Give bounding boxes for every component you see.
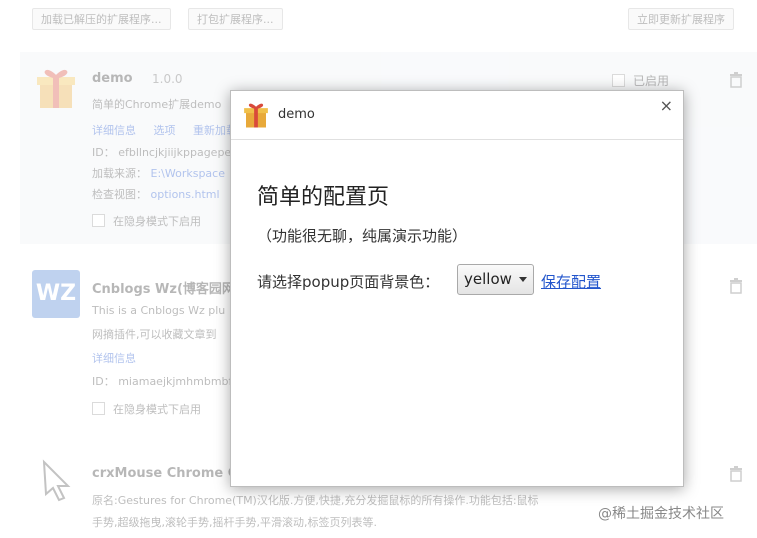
chevron-down-icon	[519, 277, 527, 282]
trash-icon[interactable]	[729, 466, 743, 482]
incognito-checkbox[interactable]	[92, 214, 105, 227]
extension-version: 1.0.0	[152, 72, 183, 86]
page-title: 简单的配置页	[257, 185, 390, 210]
close-icon[interactable]: ×	[660, 96, 673, 115]
load-source-path[interactable]: E:\Workspace	[151, 167, 226, 180]
details-link[interactable]: 详细信息	[92, 350, 136, 366]
extension-description: 简单的Chrome扩展demo	[92, 98, 222, 111]
extension-description-2: 手势,超级拖曳,滚轮手势,摇杆手势,平滑滚动,标签页列表等.	[92, 516, 377, 529]
mouse-cursor-icon	[42, 459, 71, 502]
bg-color-select-value: yellow	[464, 270, 512, 288]
load-unpacked-button[interactable]: 加载已解压的扩展程序...	[32, 8, 171, 30]
inspect-label: 检查视图：	[92, 188, 147, 201]
options-dialog: demo × 简单的配置页 （功能很无聊，纯属演示功能） 请选择popup页面背…	[230, 90, 684, 487]
incognito-toggle[interactable]: 在隐身模式下启用	[92, 401, 201, 417]
dialog-title: demo	[278, 107, 315, 122]
incognito-toggle[interactable]: 在隐身模式下启用	[92, 213, 201, 229]
extension-links: 详细信息 选项 重新加载	[92, 122, 237, 138]
extension-id: ID： efbllncjkjiijkppagepel	[92, 146, 235, 159]
watermark: @稀土掘金技术社区	[598, 506, 724, 522]
wz-logo-icon: WZ	[32, 270, 80, 318]
inspect-views: 检查视图： options.html	[92, 186, 220, 202]
extension-description: This is a Cnblogs Wz plu	[92, 304, 226, 317]
trash-icon[interactable]	[729, 72, 743, 88]
page-subtitle: （功能很无聊，纯属演示功能）	[257, 227, 468, 245]
update-now-button[interactable]: 立即更新扩展程序	[628, 8, 734, 30]
bg-color-select[interactable]: yellow	[457, 264, 534, 295]
incognito-label: 在隐身模式下启用	[113, 403, 201, 416]
bg-color-label: 请选择popup页面背景色：	[257, 273, 440, 291]
extension-name: crxMouse Chrome Ge	[92, 466, 248, 481]
enabled-checkbox[interactable]: 已启用	[612, 72, 669, 89]
enabled-label: 已启用	[633, 74, 670, 88]
load-source-label: 加载来源：	[92, 167, 147, 180]
save-config-link[interactable]: 保存配置	[541, 271, 601, 292]
trash-icon[interactable]	[729, 278, 743, 294]
options-link[interactable]: 选项	[154, 124, 176, 137]
gift-icon	[244, 103, 268, 128]
load-source: 加载来源： E:\Workspace	[92, 165, 225, 181]
extension-description-2: 网摘插件,可以收藏文章到	[92, 328, 217, 341]
dialog-header: demo ×	[231, 91, 683, 140]
extension-name: demo	[92, 71, 133, 86]
inspect-link[interactable]: options.html	[151, 188, 220, 201]
extension-id: ID： miamaejkjmhmbmbf	[92, 375, 233, 388]
extension-name: Cnblogs Wz(博客园网	[92, 282, 235, 297]
checkbox-box[interactable]	[612, 74, 625, 87]
gift-icon	[37, 69, 75, 108]
incognito-label: 在隐身模式下启用	[113, 215, 201, 228]
pack-extension-button[interactable]: 打包扩展程序...	[188, 8, 283, 30]
extension-description: 原名:Gestures for Chrome(TM)汉化版.方便,快捷,充分发掘…	[92, 494, 539, 507]
incognito-checkbox[interactable]	[92, 402, 105, 415]
details-link[interactable]: 详细信息	[92, 124, 136, 137]
